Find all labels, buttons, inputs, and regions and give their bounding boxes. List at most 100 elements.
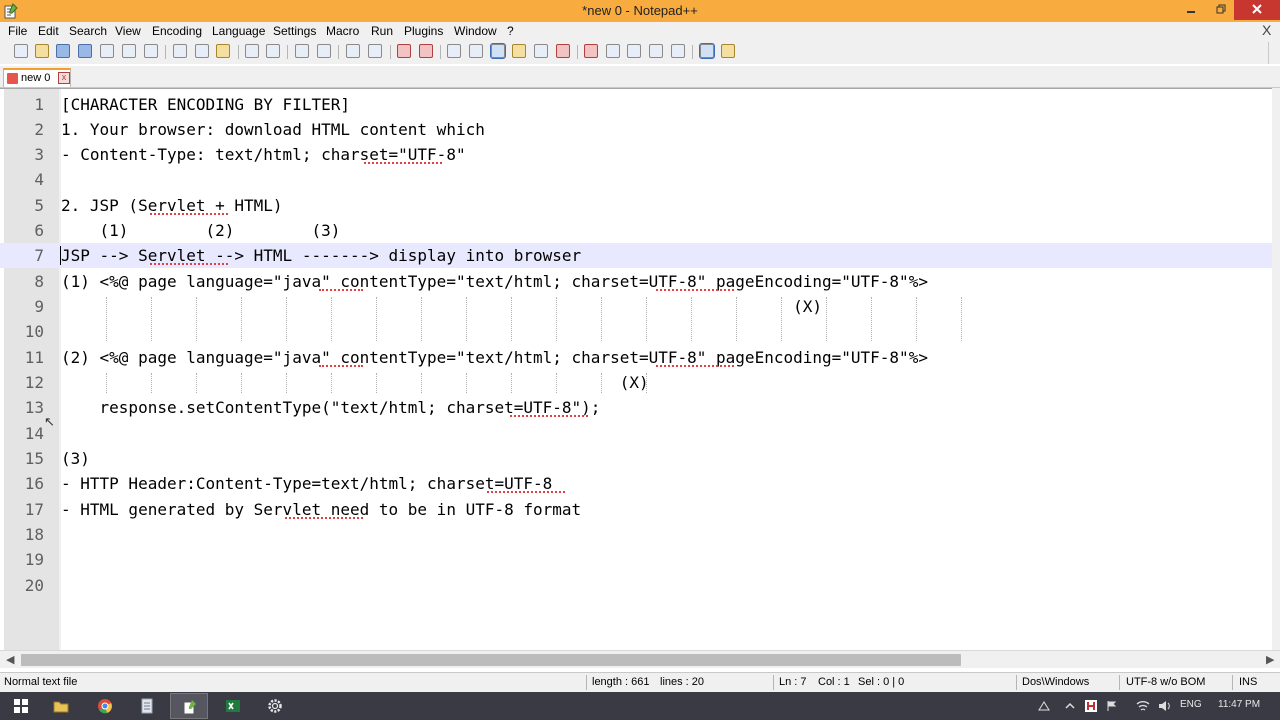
taskbar-notepad-plus-plus[interactable]: [170, 693, 208, 719]
scroll-right-icon[interactable]: ▶: [1266, 653, 1274, 666]
restore-icon: [1216, 4, 1226, 14]
tray-wifi-icon[interactable]: [1136, 700, 1150, 712]
zoom-in-icon[interactable]: [346, 44, 360, 58]
editor-line: 6 (1) (2) (3): [0, 218, 1276, 243]
tray-app-icon[interactable]: [1084, 699, 1098, 713]
save-icon[interactable]: [56, 44, 70, 58]
toolbar-separator: [238, 45, 239, 59]
menu-plugins[interactable]: Plugins: [404, 24, 443, 38]
function-list-icon[interactable]: [556, 44, 570, 58]
editor-line: 4: [0, 167, 1276, 192]
menu-encoding[interactable]: Encoding: [152, 24, 202, 38]
line-text: (X): [61, 297, 822, 316]
run-macro-multiple-icon[interactable]: [649, 44, 663, 58]
menu-help[interactable]: ?: [507, 24, 514, 38]
paste-icon[interactable]: [216, 44, 230, 58]
stop-macro-icon[interactable]: [606, 44, 620, 58]
line-number: 13: [24, 398, 44, 417]
editor-area[interactable]: 1 [CHARACTER ENCODING BY FILTER] 2 1. Your…: [0, 88, 1280, 650]
status-encoding: UTF-8 w/o BOM: [1126, 676, 1206, 688]
tray-network-icon[interactable]: [1038, 700, 1050, 712]
window-title: *new 0 - Notepad++: [582, 3, 698, 18]
tray-clock[interactable]: 11:47 PM: [1218, 699, 1260, 710]
menu-edit[interactable]: Edit: [38, 24, 59, 38]
editor-line: 10: [0, 319, 1276, 344]
sync-vertical-icon[interactable]: [397, 44, 411, 58]
tray-flag-icon[interactable]: [1106, 700, 1118, 712]
sync-horizontal-icon[interactable]: [419, 44, 433, 58]
tab-label: new 0: [21, 72, 51, 84]
taskbar-chrome[interactable]: [86, 693, 124, 719]
save-macro-icon[interactable]: [671, 44, 685, 58]
line-number: 7: [34, 246, 44, 265]
gear-icon: [268, 699, 282, 713]
indent-guide-icon[interactable]: [490, 43, 506, 59]
title-bar: *new 0 - Notepad++: [0, 0, 1280, 22]
menu-settings[interactable]: Settings: [273, 24, 316, 38]
menu-window[interactable]: Window: [454, 24, 497, 38]
line-text: (1) <%@ page language="java" contentType…: [61, 272, 928, 291]
find-icon[interactable]: [295, 44, 309, 58]
folder-icon: [53, 701, 69, 713]
tab-new-0[interactable]: new 0 x: [3, 68, 71, 87]
restore-button[interactable]: [1206, 0, 1236, 20]
taskbar-notepad[interactable]: [128, 693, 166, 719]
status-divider: [586, 675, 587, 690]
print-icon[interactable]: [144, 44, 158, 58]
horizontal-scroll-thumb[interactable]: [21, 654, 961, 666]
start-button[interactable]: [2, 693, 40, 719]
spell-check-icon[interactable]: [699, 43, 715, 59]
status-col: Col : 1: [818, 676, 850, 688]
line-number: 14: [24, 424, 44, 443]
line-number: 16: [24, 474, 44, 493]
taskbar-file-explorer[interactable]: [42, 693, 80, 719]
zoom-out-icon[interactable]: [368, 44, 382, 58]
scroll-left-icon[interactable]: ◀: [6, 653, 14, 666]
editor-line: 14: [0, 421, 1276, 446]
tab-close-button[interactable]: x: [58, 72, 70, 84]
status-ln: Ln : 7: [779, 676, 807, 688]
menu-file[interactable]: File: [8, 24, 27, 38]
menu-language[interactable]: Language: [212, 24, 265, 38]
cut-icon[interactable]: [173, 44, 187, 58]
undo-icon[interactable]: [245, 44, 259, 58]
menu-macro[interactable]: Macro: [326, 24, 359, 38]
menu-search[interactable]: Search: [69, 24, 107, 38]
vertical-scrollbar[interactable]: [1272, 88, 1280, 650]
menu-view[interactable]: View: [115, 24, 141, 38]
copy-icon[interactable]: [195, 44, 209, 58]
tray-show-hidden-icon[interactable]: [1064, 700, 1076, 712]
document-map-icon[interactable]: [534, 44, 548, 58]
play-macro-icon[interactable]: [627, 44, 641, 58]
save-all-icon[interactable]: [78, 44, 92, 58]
plugin-icon[interactable]: [721, 44, 735, 58]
close-file-icon[interactable]: [100, 44, 114, 58]
tray-volume-icon[interactable]: [1158, 700, 1172, 712]
redo-icon[interactable]: [266, 44, 280, 58]
line-number: 2: [34, 120, 44, 139]
taskbar-excel[interactable]: [214, 693, 252, 719]
open-file-icon[interactable]: [35, 44, 49, 58]
new-file-icon[interactable]: [14, 44, 28, 58]
menu-run[interactable]: Run: [371, 24, 393, 38]
line-number: 11: [24, 348, 44, 367]
close-window-button[interactable]: [1234, 0, 1280, 20]
record-macro-icon[interactable]: [584, 44, 598, 58]
tray-language[interactable]: ENG: [1180, 699, 1202, 710]
editor-line: 2 1. Your browser: download HTML content …: [0, 117, 1276, 142]
taskbar-settings[interactable]: [256, 693, 294, 719]
word-wrap-icon[interactable]: [447, 44, 461, 58]
language-define-icon[interactable]: [512, 44, 526, 58]
show-all-characters-icon[interactable]: [469, 44, 483, 58]
line-text: (X): [61, 373, 649, 392]
editor-line: 17- HTML generated by Servlet need to be…: [0, 497, 1276, 522]
replace-icon[interactable]: [317, 44, 331, 58]
close-document-button[interactable]: X: [1262, 22, 1271, 38]
toolbar-handle: [1268, 42, 1277, 64]
status-divider: [1016, 675, 1017, 690]
close-all-icon[interactable]: [122, 44, 136, 58]
horizontal-scrollbar[interactable]: ◀ ▶: [0, 650, 1280, 668]
editor-line: 12 (X): [0, 370, 1276, 395]
line-text: - HTTP Header:Content-Type=text/html; ch…: [61, 474, 553, 493]
minimize-button[interactable]: [1176, 0, 1206, 20]
